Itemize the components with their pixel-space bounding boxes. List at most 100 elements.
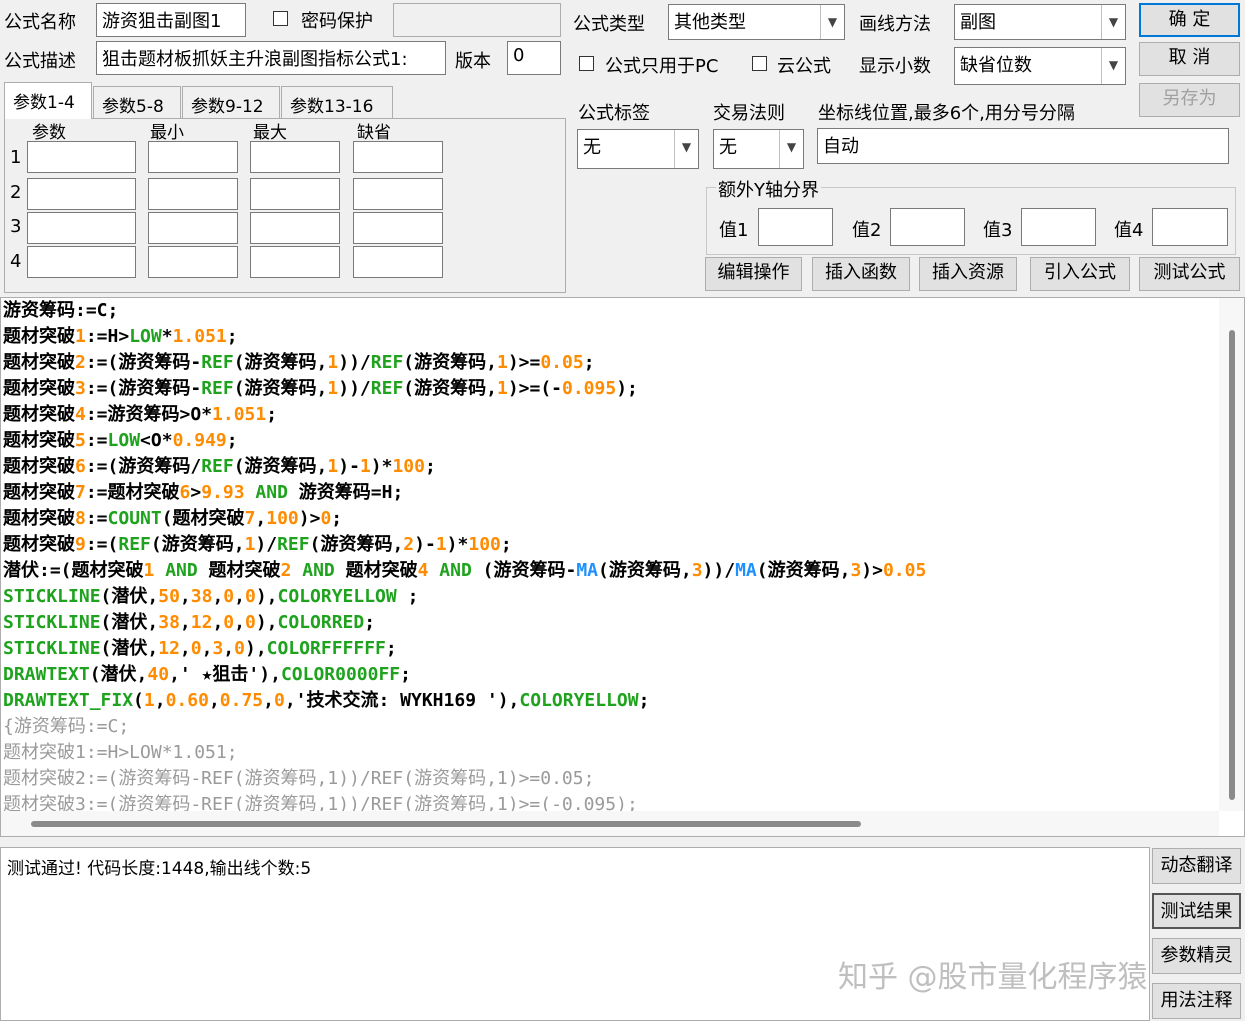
tab-params-1-4[interactable]: 参数1-4 [4,82,92,119]
edit-ops-button[interactable]: 编辑操作 [705,257,802,291]
chevron-down-icon[interactable]: ▼ [674,130,698,168]
param-max-input[interactable] [250,246,340,278]
y-value-2-label: 值2 [852,220,882,241]
insert-function-button[interactable]: 插入函数 [812,257,910,291]
formula-type-select[interactable]: 其他类型 ▼ [668,4,845,40]
code-editor[interactable]: 游资筹码:=C; 题材突破1:=H>LOW*1.051; 题材突破2:=(游资筹码-… [0,297,1245,837]
param-max-input[interactable] [250,212,340,244]
extra-y-axis-label: 额外Y轴分界 [716,176,821,202]
formula-tag-label: 公式标签 [578,103,650,124]
trade-rule-value: 无 [719,137,737,158]
watermark-text: 知乎 @股市量化程序猿 [838,960,1148,995]
decimal-select[interactable]: 缺省位数 ▼ [954,47,1126,85]
import-formula-button[interactable]: 引入公式 [1030,257,1130,291]
cloud-formula-checkbox[interactable] [752,56,767,71]
param-min-input[interactable] [148,246,238,278]
trade-rule-select[interactable]: 无 ▼ [713,129,804,169]
formula-name-input[interactable]: 游资狙击副图1 [96,3,246,37]
cancel-button[interactable]: 取 消 [1139,42,1240,76]
y-value-2-input[interactable] [890,208,965,246]
param-min-input[interactable] [148,212,238,244]
tab-params-13-16[interactable]: 参数13-16 [281,86,393,118]
code-line: 题材突破9:=(REF(游资筹码,1)/REF(游资筹码,2)-1)*100; [3,534,512,555]
param-header-name: 参数 [32,123,66,143]
param-row-number: 3 [10,216,22,237]
y-value-1-input[interactable] [758,208,833,246]
y-value-3-input[interactable] [1021,208,1096,246]
tab-params-9-12[interactable]: 参数9-12 [182,86,280,118]
vertical-scroll-thumb[interactable] [1229,330,1235,800]
param-header-min: 最小 [150,123,184,143]
decimal-value: 缺省位数 [960,55,1032,76]
code-line: 题材突破3:=(游资筹码-REF(游资筹码,1))/REF(游资筹码,1)>=(… [3,378,638,399]
param-default-input[interactable] [353,246,443,278]
chevron-down-icon[interactable]: ▼ [1101,5,1125,39]
code-line: 题材突破5:=LOW<O*0.949; [3,430,238,451]
formula-tag-value: 无 [583,137,601,158]
y-value-4-label: 值4 [1114,220,1144,241]
save-as-button[interactable]: 另存为 [1139,83,1240,117]
param-row-number: 4 [10,251,22,272]
param-default-input[interactable] [353,212,443,244]
usage-notes-button[interactable]: 用法注释 [1152,983,1241,1019]
insert-resource-button[interactable]: 插入资源 [919,257,1017,291]
code-text-area[interactable]: 游资筹码:=C; 题材突破1:=H>LOW*1.051; 题材突破2:=(游资筹码-… [3,298,1218,811]
param-wizard-button[interactable]: 参数精灵 [1152,938,1241,974]
code-line: STICKLINE(潜伏,38,12,0,0),COLORRED; [3,612,376,633]
code-line: DRAWTEXT(潜伏,40,' ★狙击'),COLOR0000FF; [3,664,411,685]
param-name-input[interactable] [27,246,136,278]
pc-only-checkbox[interactable] [579,56,594,71]
param-name-input[interactable] [27,212,136,244]
code-line: DRAWTEXT_FIX(1,0.60,0.75,0,'技术交流: WYKH16… [3,690,650,711]
chevron-down-icon[interactable]: ▼ [779,130,803,168]
axis-line-label: 坐标线位置,最多6个,用分号分隔 [818,103,1075,124]
formula-type-label: 公式类型 [573,14,645,35]
formula-desc-input[interactable]: 狙击题材板抓妖主升浪副图指标公式1: [96,41,446,75]
status-text: 测试通过! 代码长度:1448,输出线个数:5 [7,859,312,879]
formula-tag-select[interactable]: 无 ▼ [577,129,699,169]
y-value-3-label: 值3 [983,220,1013,241]
y-value-4-input[interactable] [1152,208,1228,246]
code-line: 潜伏:=(题材突破1 AND 题材突破2 AND 题材突破4 AND (游资筹码… [3,560,927,581]
test-result-button[interactable]: 测试结果 [1152,893,1241,929]
tab-params-5-8[interactable]: 参数5-8 [93,86,181,118]
param-default-input[interactable] [353,141,443,173]
param-default-input[interactable] [353,178,443,210]
chevron-down-icon[interactable]: ▼ [820,5,844,39]
dynamic-translate-button[interactable]: 动态翻译 [1152,848,1241,884]
code-line: STICKLINE(潜伏,12,0,3,0),COLORFFFFFF; [3,638,397,659]
param-min-input[interactable] [148,141,238,173]
y-value-1-label: 值1 [719,220,749,241]
param-max-input[interactable] [250,141,340,173]
draw-method-label: 画线方法 [859,14,931,35]
code-line: 题材突破2:=(游资筹码-REF(游资筹码,1))/REF(游资筹码,1)>=0… [3,768,595,789]
password-label: 密码保护 [301,11,373,32]
chevron-down-icon[interactable]: ▼ [1101,48,1125,84]
param-min-input[interactable] [148,178,238,210]
param-name-input[interactable] [27,141,136,173]
axis-line-input[interactable]: 自动 [817,128,1229,164]
decimal-label: 显示小数 [859,56,931,77]
code-line: 题材突破8:=COUNT(题材突破7,100)>0; [3,508,343,529]
horizontal-scroll-thumb[interactable] [31,821,861,827]
code-line: 题材突破2:=(游资筹码-REF(游资筹码,1))/REF(游资筹码,1)>=0… [3,352,595,373]
vertical-scrollbar[interactable] [1219,298,1244,811]
code-line: {游资筹码:=C; [3,716,130,737]
password-checkbox[interactable] [273,11,288,26]
version-input[interactable]: 0 [507,41,561,75]
version-label: 版本 [455,51,491,72]
param-row-number: 2 [10,182,22,203]
ok-button[interactable]: 确 定 [1139,3,1240,37]
test-formula-button[interactable]: 测试公式 [1139,257,1240,291]
code-line: 题材突破7:=题材突破6>9.93 AND 游资筹码=H; [3,482,404,503]
formula-desc-label: 公式描述 [4,51,76,72]
draw-method-select[interactable]: 副图 ▼ [954,4,1126,40]
param-header-max: 最大 [253,123,287,143]
formula-name-label: 公式名称 [4,12,76,33]
param-max-input[interactable] [250,178,340,210]
param-header-default: 缺省 [357,123,391,143]
code-line: 题材突破1:=H>LOW*1.051; [3,326,238,347]
horizontal-scrollbar[interactable] [1,811,1219,836]
param-name-input[interactable] [27,178,136,210]
code-line: STICKLINE(潜伏,50,38,0,0),COLORYELLOW ; [3,586,419,607]
